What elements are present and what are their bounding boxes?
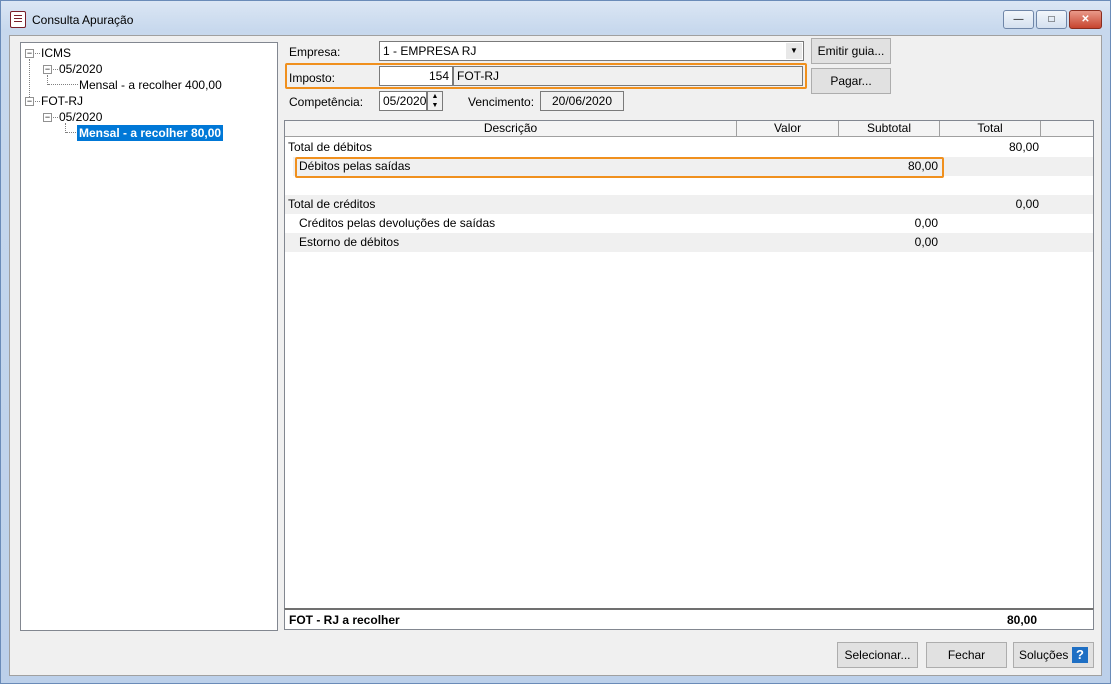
empresa-label: Empresa: [289,45,341,59]
tree-node-icms-mensal[interactable]: Mensal - a recolher 400,00 [79,77,222,93]
cell-descricao: Créditos pelas devoluções de saídas [299,216,496,230]
column-total[interactable]: Total [940,121,1041,137]
empresa-value: 1 - EMPRESA RJ [383,44,477,58]
collapse-icms-icon[interactable]: − [25,49,34,58]
collapse-fot-icon[interactable]: − [25,97,34,106]
tree-node-icms[interactable]: ICMS [41,45,71,61]
client-area: − ICMS − 05/2020 Mensal - a recolher 400… [9,35,1102,676]
empresa-select[interactable]: 1 - EMPRESA RJ ▼ [379,41,804,61]
table-row[interactable]: Total de créditos 0,00 [285,195,1093,214]
maximize-button[interactable]: □ [1036,10,1067,29]
apuracao-tree[interactable]: − ICMS − 05/2020 Mensal - a recolher 400… [20,42,278,631]
title-bar[interactable]: Consulta Apuração — □ ✕ [1,1,1110,35]
spin-down-icon[interactable]: ▼ [428,101,442,110]
emitir-guia-button[interactable]: Emitir guia... [811,38,891,64]
dropdown-arrow-icon[interactable]: ▼ [786,43,802,59]
cell-descricao: Total de créditos [288,197,376,211]
fechar-button[interactable]: Fechar [926,642,1007,668]
tree-node-fot-rj[interactable]: FOT-RJ [41,93,83,109]
collapse-icms-period-icon[interactable]: − [43,65,52,74]
table-row[interactable]: Estorno de débitos 0,00 [285,233,1093,252]
cell-subtotal: 0,00 [914,235,938,249]
selecionar-button[interactable]: Selecionar... [837,642,918,668]
vencimento-label: Vencimento: [468,95,535,109]
cell-total: 0,00 [1015,197,1039,211]
vencimento-field: 20/06/2020 [540,91,624,111]
imposto-highlight-box [285,63,807,89]
table-row[interactable] [285,176,1093,195]
window-title: Consulta Apuração [32,13,134,27]
collapse-fot-period-icon[interactable]: − [43,113,52,122]
minimize-button[interactable]: — [1003,10,1034,29]
help-icon: ? [1072,647,1088,663]
close-button[interactable]: ✕ [1069,10,1102,29]
competencia-label: Competência: [289,95,364,109]
competencia-field[interactable]: 05/2020 [379,91,427,111]
footer-label: FOT - RJ a recolher [289,613,400,627]
solucoes-button[interactable]: Soluções ? [1013,642,1094,668]
spin-up-icon[interactable]: ▲ [428,92,442,101]
column-subtotal[interactable]: Subtotal [839,121,940,137]
competencia-spinner[interactable]: ▲ ▼ [427,91,443,111]
debitos-highlight-box [295,157,944,178]
cell-total: 80,00 [1008,140,1039,154]
grid-footer-total: FOT - RJ a recolher 80,00 [284,608,1094,630]
footer-value: 80,00 [1006,613,1037,627]
cell-subtotal: 0,00 [914,216,938,230]
pagar-button[interactable]: Pagar... [811,68,891,94]
tree-node-icms-period[interactable]: 05/2020 [59,61,102,77]
column-valor[interactable]: Valor [737,121,839,137]
table-row[interactable]: Total de débitos 80,00 [285,138,1093,157]
apuracao-grid[interactable]: Descrição Valor Subtotal Total Total de … [284,120,1094,630]
table-row[interactable]: Créditos pelas devoluções de saídas 0,00 [285,214,1093,233]
app-document-icon [10,11,26,28]
grid-header: Descrição Valor Subtotal Total [285,121,1093,137]
column-descricao[interactable]: Descrição [285,121,737,137]
consulta-apuracao-window: Consulta Apuração — □ ✕ − ICMS − 05/2020… [0,0,1111,684]
cell-descricao: Estorno de débitos [299,235,400,249]
tree-node-fot-mensal-selected[interactable]: Mensal - a recolher 80,00 [77,125,224,141]
cell-descricao: Total de débitos [288,140,373,154]
solucoes-label: Soluções [1019,648,1069,662]
